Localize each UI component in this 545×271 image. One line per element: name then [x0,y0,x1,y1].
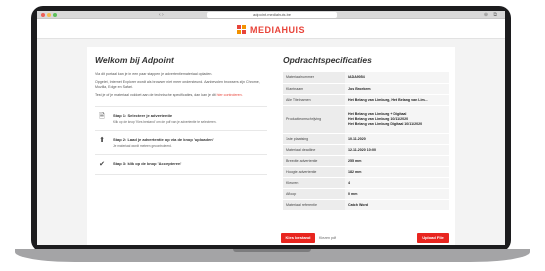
logo-mark-icon [237,25,246,34]
spec-value: 182 mm [345,166,449,178]
step-title: Stap 1: Selecteer je advertentie [113,113,173,118]
browser-notice: Opgelet, Internet Explorer wordt als bro… [95,80,260,89]
spec-value: 255 mm [345,155,449,167]
spec-key: 1ste plaatsing [283,133,345,145]
spec-value: IADA9054 [345,72,449,84]
spec-key: Kleuren [283,177,345,189]
check-paragraph: Test je of je materiaal voldoet aan de t… [95,93,267,98]
step-description: Je materiaal wordt meteen gecontroleerd. [113,144,172,148]
spec-value-line: Het Belang van Limburg Digitaal 10/11/20… [348,121,423,126]
table-row: 1ste plaatsing 10.11.2020 [283,133,449,145]
spec-key: Materiaal deadline [283,144,345,156]
back-forward-icon[interactable]: ‹ › [159,12,169,18]
table-row: Materiaal referentie Catch Word [283,199,449,211]
table-row: Kleuren 4 [283,177,449,189]
browser-toolbar: ‹ › adpoint.mediahuis.be ⊕ ⧉ [37,11,505,19]
laptop-notch [233,249,311,252]
check-text: Test je of je materiaal voldoet aan de t… [95,93,216,97]
table-row: Materiaal deadline 12.11.2020 10:00 [283,144,449,156]
steps-list: 🗎 Stap 1: Selecteer je advertentie Klik … [95,106,267,175]
spec-value: Het Belang van Limburg + Digitaal Het Be… [345,105,449,134]
browser-actions-icon[interactable]: ⊕ ⧉ [484,12,499,18]
spec-key: Alle Titelnamen [283,94,345,106]
spec-key: Materiaalnummer [283,72,345,84]
spec-value: 10.11.2020 [345,133,449,145]
main-card: Welkom bij Adpoint Via dit portaal kan j… [87,47,455,245]
upload-icon: ⬆ [99,137,105,144]
welcome-panel: Welkom bij Adpoint Via dit portaal kan j… [95,55,267,175]
table-row: Productieomschrijving Het Belang van Lim… [283,105,449,134]
check-icon: ✔ [99,161,105,168]
no-file-label: Kiezen pdf [319,236,336,240]
upload-file-button[interactable]: Upload File [417,233,449,243]
close-window-icon[interactable] [41,13,45,17]
spec-key: Afloop [283,188,345,200]
mediahuis-logo[interactable]: MEDIAHUIS [237,24,305,35]
brand-name: MEDIAHUIS [250,24,306,35]
minimize-window-icon[interactable] [47,13,51,17]
spec-value: 4 [345,177,449,189]
choose-file-button[interactable]: Kies bestand [281,233,315,243]
table-row: Breedte advertentie 255 mm [283,155,449,167]
intro-paragraph: Via dit portaal kan je in een paar stapp… [95,72,213,76]
step-item: 🗎 Stap 1: Selecteer je advertentie Klik … [95,107,267,131]
table-row: Klantnaam Jos Broekem [283,83,449,95]
spec-value: Catch Word [345,199,449,211]
spec-value: 0 mm [345,188,449,200]
spec-value: Het Belang van Limburg, Het Belang van L… [345,94,449,106]
spec-key: Klantnaam [283,83,345,95]
table-row: Alle Titelnamen Het Belang van Limburg, … [283,94,449,106]
step-title: Stap 3: klik op de knop 'Accepteren' [113,161,182,166]
welcome-title: Welkom bij Adpoint [95,55,174,65]
table-row: Materiaalnummer IADA9054 [283,72,449,84]
step-description: Klik op de knop 'Kies bestand' om de pdf… [113,120,217,124]
spec-value: 12.11.2020 10:00 [345,144,449,156]
spec-value: Jos Broekem [345,83,449,95]
step-item: ✔ Stap 3: klik op de knop 'Accepteren' [95,155,267,175]
table-row: Hoogte advertentie 182 mm [283,166,449,178]
maximize-window-icon[interactable] [53,13,57,17]
specs-panel: Opdrachtspecificaties Materiaalnummer IA… [283,55,449,211]
spec-key: Materiaal referentie [283,199,345,211]
table-row: Afloop 0 mm [283,188,449,200]
step-item: ⬆ Stap 2: Laad je advertentie op via de … [95,131,267,155]
address-bar[interactable]: adpoint.mediahuis.be [207,12,337,18]
laptop-screen: ‹ › adpoint.mediahuis.be ⊕ ⧉ MEDIAHUIS W… [37,11,505,245]
specs-table: Materiaalnummer IADA9054 Klantnaam Jos B… [283,72,449,211]
spec-key: Hoogte advertentie [283,166,345,178]
check-link[interactable]: hier controleren. [217,93,243,97]
spec-key: Productieomschrijving [283,105,345,134]
document-icon: 🗎 [99,113,105,120]
specs-title: Opdrachtspecificaties [283,55,372,65]
step-title: Stap 2: Laad je advertentie op via de kn… [113,137,214,142]
site-header: MEDIAHUIS [37,19,505,39]
spec-key: Breedte advertentie [283,155,345,167]
